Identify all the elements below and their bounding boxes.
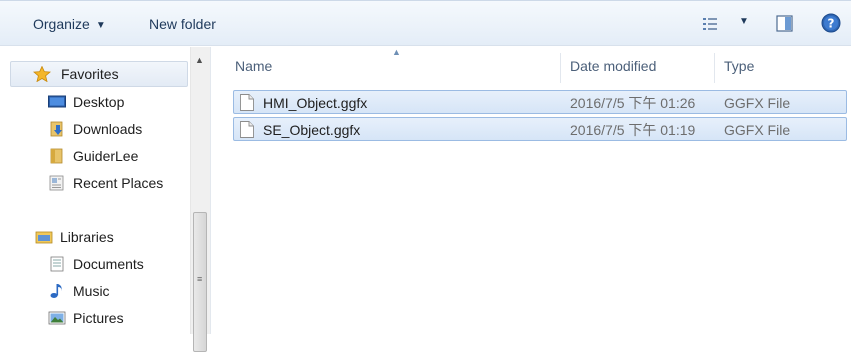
view-options-icon[interactable] <box>702 16 718 32</box>
column-header-date-modified[interactable]: Date modified <box>570 49 656 83</box>
music-note-icon <box>50 284 62 298</box>
documents-icon <box>50 256 64 272</box>
grip-icon: ≡ <box>197 274 203 284</box>
nav-item-label: Desktop <box>73 94 125 110</box>
nav-libraries-label: Libraries <box>60 229 114 245</box>
star-icon <box>33 66 51 82</box>
nav-favorites[interactable]: Favorites <box>10 61 188 87</box>
column-divider[interactable] <box>560 53 561 83</box>
desktop-icon <box>48 95 66 108</box>
scrollbar-thumb[interactable]: ≡ <box>193 212 207 352</box>
preview-pane-icon[interactable] <box>776 15 793 32</box>
nav-item-label: Recent Places <box>73 175 164 191</box>
scroll-up-arrow-icon[interactable]: ▲ <box>195 55 204 65</box>
organize-button[interactable]: Organize ▼ <box>33 13 106 35</box>
svg-text:?: ? <box>828 17 835 31</box>
file-icon <box>240 94 254 111</box>
file-name: HMI_Object.ggfx <box>263 95 368 111</box>
command-bar: Organize ▼ New folder ▼ ? <box>0 0 851 46</box>
nav-item-label: Downloads <box>73 121 143 137</box>
file-icon <box>240 121 254 138</box>
file-name: SE_Object.ggfx <box>263 122 361 138</box>
sort-ascending-icon: ▲ <box>392 47 401 57</box>
nav-favorites-label: Favorites <box>61 66 119 82</box>
pictures-icon <box>48 311 66 325</box>
navigation-pane: Favorites Desktop Downloads GuiderLee Re… <box>0 47 211 334</box>
column-header-type[interactable]: Type <box>724 49 754 83</box>
column-header-name[interactable]: Name <box>235 49 272 83</box>
nav-item-label: Music <box>73 283 110 299</box>
file-date-modified: 2016/7/5 下午 01:26 <box>570 95 696 111</box>
view-options-chevron-icon[interactable]: ▼ <box>739 16 749 27</box>
file-date-modified: 2016/7/5 下午 01:19 <box>570 122 696 138</box>
file-type: GGFX File <box>724 95 791 111</box>
file-row[interactable]: SE_Object.ggfx 2016/7/5 下午 01:19 GGFX Fi… <box>233 117 847 141</box>
downloads-folder-icon <box>50 121 63 137</box>
help-icon[interactable]: ? <box>821 13 841 33</box>
recent-places-icon <box>49 175 64 191</box>
nav-item-label: Pictures <box>73 310 124 326</box>
file-type: GGFX File <box>724 122 791 138</box>
nav-item-label: Documents <box>73 256 144 272</box>
chevron-down-icon: ▼ <box>95 20 106 31</box>
file-row[interactable]: HMI_Object.ggfx 2016/7/5 下午 01:26 GGFX F… <box>233 90 847 114</box>
organize-label: Organize <box>33 16 90 32</box>
nav-item-label: GuiderLee <box>73 148 139 164</box>
new-folder-button[interactable]: New folder <box>149 13 216 35</box>
nav-scrollbar[interactable]: ▲ ≡ <box>190 47 210 352</box>
file-list: ▲ Name Date modified Type HMI_Object.ggf… <box>211 47 851 334</box>
folder-icon <box>50 148 63 164</box>
libraries-icon <box>35 231 53 244</box>
column-divider[interactable] <box>714 53 715 83</box>
